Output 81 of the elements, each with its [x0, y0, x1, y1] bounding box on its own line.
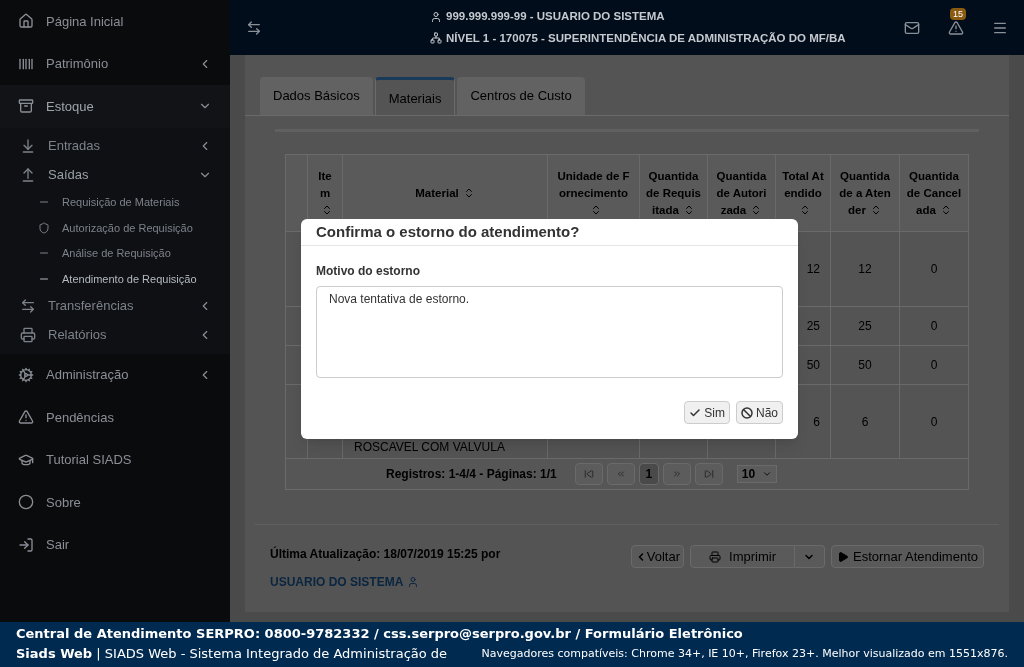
tab[interactable]: Materiais [374, 77, 456, 115]
sidebar-subitem[interactable]: Saídas [0, 160, 230, 190]
notification-badge: 15 [950, 7, 966, 20]
footer-browsers: Navegadores compatíveis: Chrome 34+, IE 10+, Firefox 23+. Melhor visualizado em 1551x876. [481, 646, 1008, 662]
tab[interactable]: Centros de Custo [457, 77, 585, 115]
user-icon [430, 10, 442, 23]
yes-button[interactable]: Sim [684, 401, 730, 424]
sort-icon [321, 204, 333, 217]
unit-text: NÍVEL 1 - 170075 - SUPERINTENDÊNCIA DE ADMINISTRAÇÃO DO MF/BA [446, 30, 846, 46]
no-button[interactable]: Não [736, 401, 783, 424]
circle-icon [18, 494, 34, 511]
ban-icon [741, 406, 753, 419]
user-icon [407, 576, 420, 588]
table-cell-text: 0 [930, 261, 938, 278]
warning-icon [18, 409, 34, 426]
sidebar-item[interactable]: Administração [0, 353, 230, 396]
printer-icon [20, 327, 36, 343]
warning-icon[interactable] [948, 19, 964, 36]
sort-icon [799, 204, 811, 217]
records-summary: Registros: 1-4/4 - Páginas: 1/1 [386, 466, 557, 483]
sidebar-item[interactable]: Patrimônio [0, 42, 230, 85]
sidebar-subitem[interactable]: Requisição de Materiais [0, 189, 230, 215]
play-icon [836, 550, 849, 563]
table-cell-text: 25 [858, 318, 872, 335]
column-header[interactable]: Quantidade a Atender [831, 155, 900, 231]
column-header[interactable]: Quantidade Cancelada [900, 155, 968, 231]
tab[interactable]: Dados Básicos [260, 77, 373, 115]
back-button[interactable]: Voltar [630, 545, 685, 568]
table-cell-text: 12 [806, 261, 820, 278]
table-cell-text: 6 [813, 413, 820, 431]
caret-icon [761, 469, 772, 479]
table-cell-text: 6 [861, 413, 869, 431]
table-cell-text: 0 [930, 318, 938, 335]
table-cell-text: 12 [858, 261, 872, 278]
skip-forward-icon [703, 469, 714, 479]
double-chevron-right-icon [671, 469, 682, 479]
print-dropdown-button[interactable] [794, 545, 825, 568]
page-size-select[interactable]: 10 [736, 465, 777, 483]
sidebar-subitem[interactable]: Análise de Requisição [0, 240, 230, 266]
sitemap-icon [430, 32, 442, 45]
double-chevron-left-icon [615, 469, 626, 479]
next-page-button[interactable] [662, 463, 691, 485]
table-cell-text: 50 [858, 357, 872, 374]
user-text: 999.999.999-99 - USUARIO DO SISTEMA [446, 9, 665, 25]
sidebar-subitem[interactable]: Entradas [0, 131, 230, 161]
footer-contact: Central de Atendimento SERPRO: 0800-9782332 / css.serpro@serpro.gov.br / Formulário Eletrônico [16, 625, 744, 643]
reverse-button[interactable]: Estornar Atendimento [830, 545, 984, 568]
field-label: Motivo do estorno [316, 263, 421, 280]
table-cell-text: 0 [930, 357, 938, 374]
box-icon [18, 98, 34, 115]
sidebar-item[interactable]: Sobre [0, 481, 230, 524]
arrows-icon [20, 298, 36, 314]
print-button[interactable]: Imprimir [690, 545, 795, 568]
home-icon [18, 13, 34, 30]
table-cell-text: ROSCAVEL COM VALVULA [354, 439, 505, 456]
sidebar-item[interactable]: Sair [0, 523, 230, 566]
last-page-button[interactable] [694, 463, 723, 485]
last-update-text: Última Atualização: 18/07/2019 15:25 por [270, 545, 501, 563]
skip-back-icon [583, 469, 594, 479]
sidebar-item[interactable]: Pendências [0, 396, 230, 439]
sign-in-icon [18, 536, 34, 553]
shield-icon [38, 221, 50, 234]
sidebar-subitem[interactable]: Relatórios [0, 320, 230, 350]
sidebar-subitem[interactable]: Transferências [0, 291, 230, 321]
mail-icon[interactable] [904, 19, 920, 36]
sidebar-item[interactable]: Tutorial SIADS [0, 438, 230, 481]
sidebar-subitem[interactable]: Autorização de Requisição [0, 215, 230, 241]
printer-icon [709, 550, 722, 563]
sidebar-subitem[interactable]: Atendimento de Requisição [0, 266, 230, 292]
table-cell-text: 0 [930, 413, 938, 431]
first-page-button[interactable] [574, 463, 603, 485]
check-icon [689, 406, 702, 419]
upload-icon [20, 167, 36, 183]
footer-system-name: Siads Web | SIADS Web - Sistema Integrado de Administração de [16, 645, 448, 663]
reason-textarea[interactable]: Nova tentativa de estorno. [316, 286, 783, 378]
swap-icon[interactable] [246, 19, 262, 36]
previous-page-button[interactable] [606, 463, 635, 485]
table-cell-text: 25 [806, 318, 820, 335]
download-icon [20, 138, 36, 154]
table-cell-text: 50 [806, 357, 820, 374]
sidebar-item[interactable]: Página Inicial [0, 0, 230, 43]
